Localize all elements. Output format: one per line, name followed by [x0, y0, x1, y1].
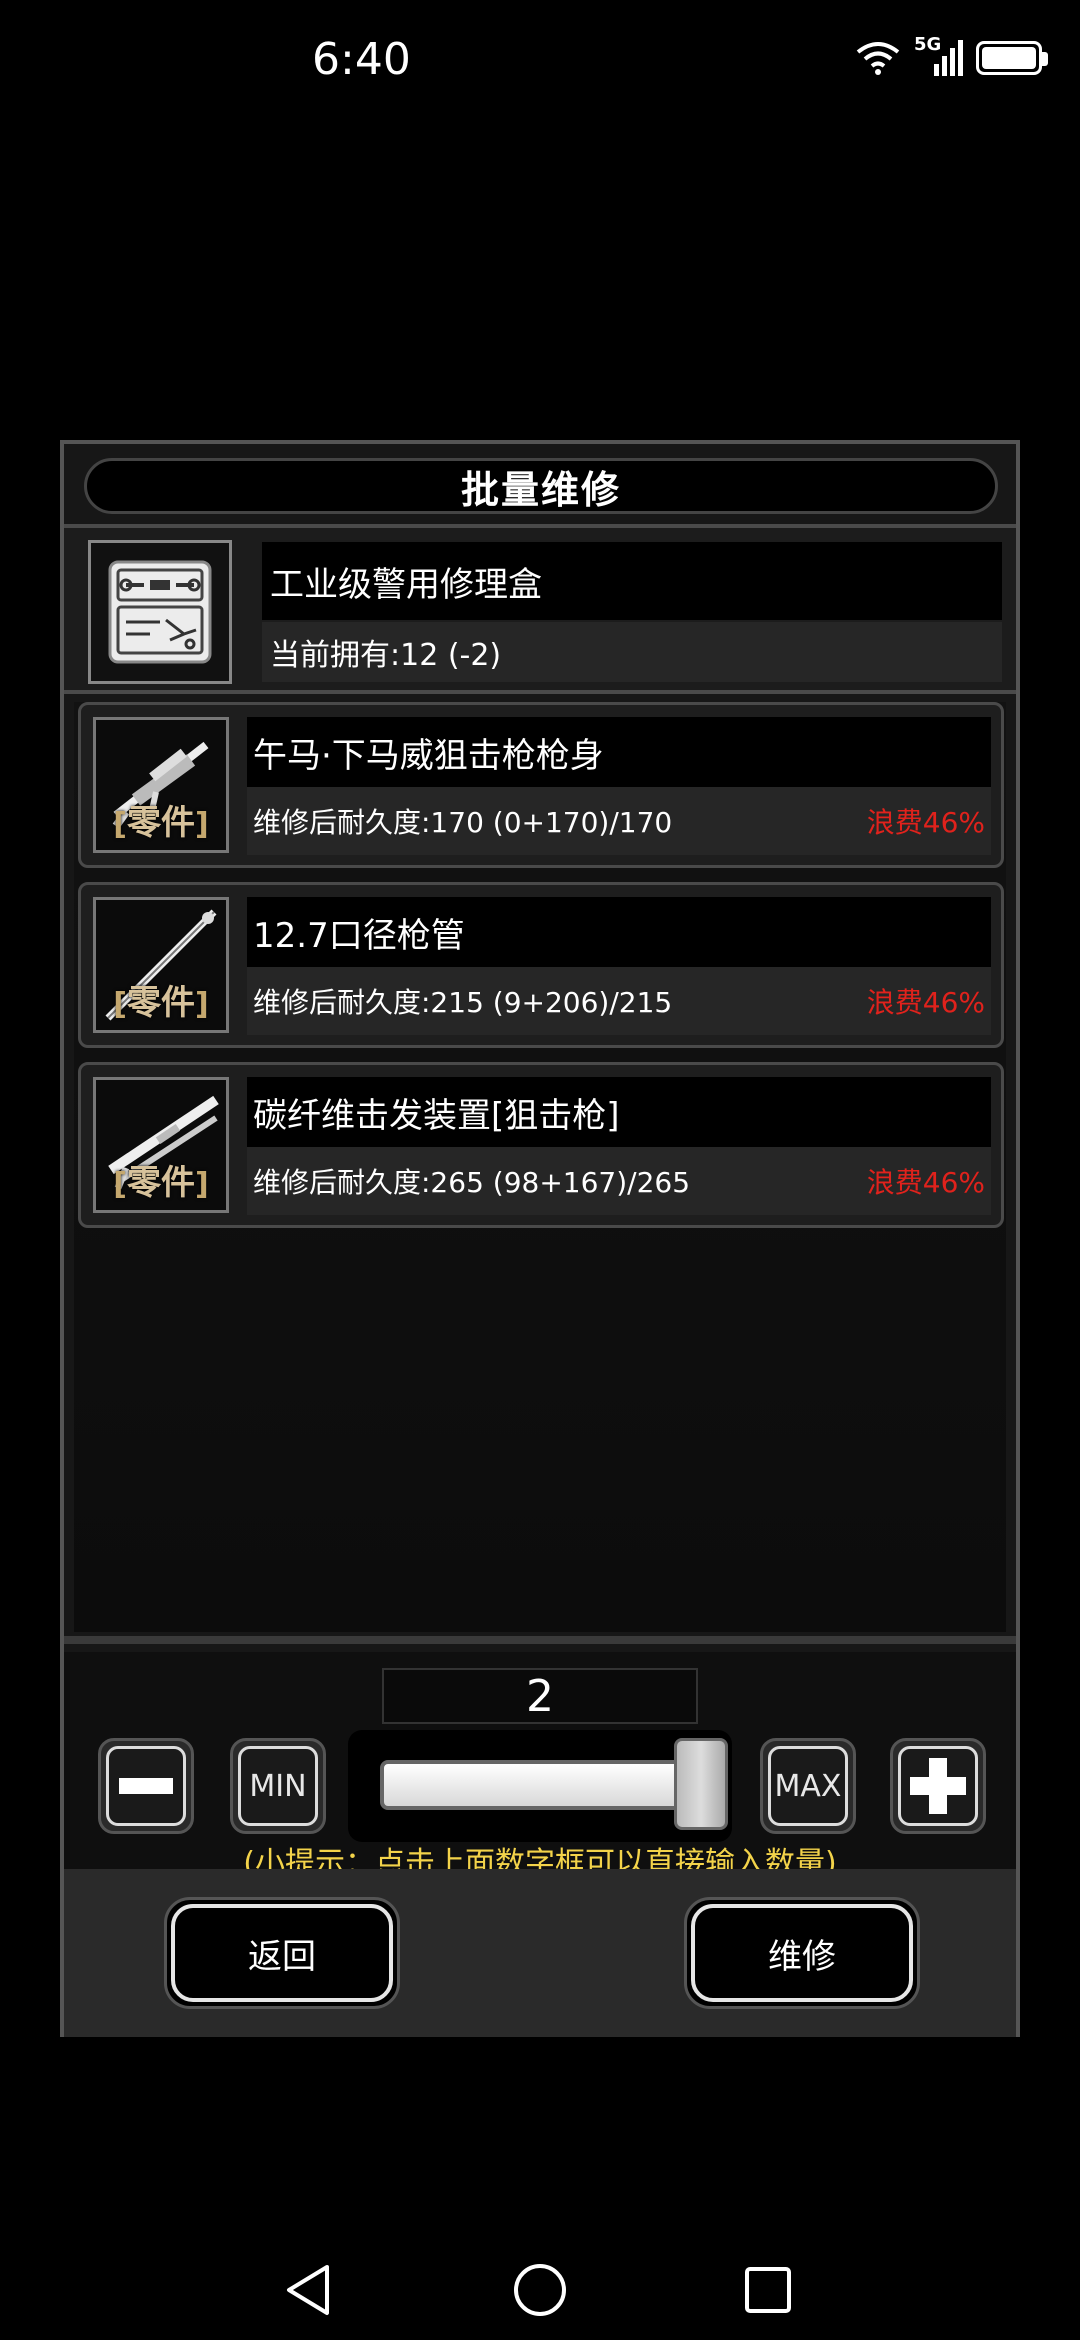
min-label: MIN [249, 1768, 307, 1804]
plus-icon [910, 1758, 966, 1814]
cell-signal-icon: 5G [914, 34, 964, 78]
increment-button[interactable] [890, 1738, 986, 1834]
max-button[interactable]: MAX [760, 1738, 856, 1834]
status-icons: 5G [854, 34, 1048, 78]
back-label: 返回 [248, 1936, 316, 1977]
item-name: 午马·下马威狙击枪枪身 [253, 735, 604, 776]
item-info-box: 维修后耐久度:265 (98+167)/265 浪费46% [247, 1147, 991, 1215]
home-circle-icon [514, 2264, 566, 2316]
dialog-title: 批量维修 [460, 467, 621, 512]
toolbox-icon [88, 540, 232, 684]
quantity-value: 2 [526, 1670, 554, 1722]
item-name-box: 午马·下马威狙击枪枪身 [247, 717, 991, 787]
slider-bar [380, 1760, 720, 1810]
gun-barrel-icon: [零件] [93, 897, 229, 1033]
repair-item-card[interactable]: [零件] 午马·下马威狙击枪枪身 维修后耐久度:170 (0+170)/170 … [78, 702, 1004, 868]
repair-kit-name: 工业级警用修理盒 [270, 564, 542, 605]
recents-nav-button[interactable] [718, 2240, 818, 2340]
firing-mechanism-icon: [零件] [93, 1077, 229, 1213]
repair-item-card[interactable]: [零件] 12.7口径枪管 维修后耐久度:215 (9+206)/215 浪费4… [78, 882, 1004, 1048]
min-button[interactable]: MIN [230, 1738, 326, 1834]
home-nav-button[interactable] [490, 2240, 590, 2340]
kit-name-box: 工业级警用修理盒 [262, 542, 1002, 620]
repair-item-list[interactable]: [零件] 午马·下马威狙击枪枪身 维修后耐久度:170 (0+170)/170 … [74, 702, 1006, 1632]
part-tag: [零件] [113, 983, 209, 1023]
divider [64, 690, 1016, 694]
item-name-box: 碳纤维击发装置[狙击枪] [247, 1077, 991, 1147]
back-nav-button[interactable] [258, 2240, 358, 2340]
repair-label: 维修 [768, 1936, 836, 1977]
part-tag: [零件] [113, 803, 209, 843]
quantity-slider[interactable] [348, 1730, 732, 1842]
part-tag: [零件] [113, 1163, 209, 1203]
slider-handle[interactable] [674, 1738, 728, 1830]
repair-kit-owned: 当前拥有:12 (-2) [270, 638, 502, 673]
title-bar: 批量维修 [84, 458, 998, 514]
repair-item-card[interactable]: [零件] 碳纤维击发装置[狙击枪] 维修后耐久度:265 (98+167)/26… [78, 1062, 1004, 1228]
status-bar: 6:40 5G [0, 0, 1080, 130]
sniper-rifle-body-icon: [零件] [93, 717, 229, 853]
minus-icon [119, 1778, 173, 1794]
battery-icon [976, 41, 1048, 75]
recents-square-icon [745, 2267, 791, 2313]
clock: 6:40 [312, 34, 411, 85]
item-name: 12.7口径枪管 [253, 915, 465, 956]
repair-button[interactable]: 维修 [684, 1897, 920, 2009]
quantity-input[interactable]: 2 [382, 1668, 698, 1724]
item-name: 碳纤维击发装置[狙击枪] [253, 1095, 620, 1136]
item-waste: 浪费46% [866, 806, 985, 839]
item-info-box: 维修后耐久度:215 (9+206)/215 浪费46% [247, 967, 991, 1035]
navigation-bar [0, 2240, 1080, 2340]
item-waste: 浪费46% [866, 986, 985, 1019]
back-button[interactable]: 返回 [164, 1897, 400, 2009]
item-name-box: 12.7口径枪管 [247, 897, 991, 967]
back-triangle-icon [287, 2265, 329, 2315]
item-durability: 维修后耐久度:215 (9+206)/215 [253, 986, 673, 1019]
repair-kit-row: 工业级警用修理盒 当前拥有:12 (-2) [64, 528, 1016, 690]
max-label: MAX [774, 1768, 842, 1804]
action-area: 返回 维修 [64, 1869, 1016, 2037]
item-waste: 浪费46% [866, 1166, 985, 1199]
item-durability: 维修后耐久度:265 (98+167)/265 [253, 1166, 691, 1199]
item-durability: 维修后耐久度:170 (0+170)/170 [253, 806, 673, 839]
decrement-button[interactable] [98, 1738, 194, 1834]
quantity-control-area: 2 MIN MAX (小提示：点击上面数字框可以直接输入数量) [64, 1652, 1016, 1881]
divider [64, 1636, 1016, 1644]
wifi-icon [856, 42, 900, 75]
item-info-box: 维修后耐久度:170 (0+170)/170 浪费46% [247, 787, 991, 855]
kit-owned-box: 当前拥有:12 (-2) [262, 622, 1002, 682]
batch-repair-dialog: 批量维修 工业级警用修理盒 当前拥有:12 (-2) [零件] 午马·下马威狙击… [60, 440, 1020, 2037]
